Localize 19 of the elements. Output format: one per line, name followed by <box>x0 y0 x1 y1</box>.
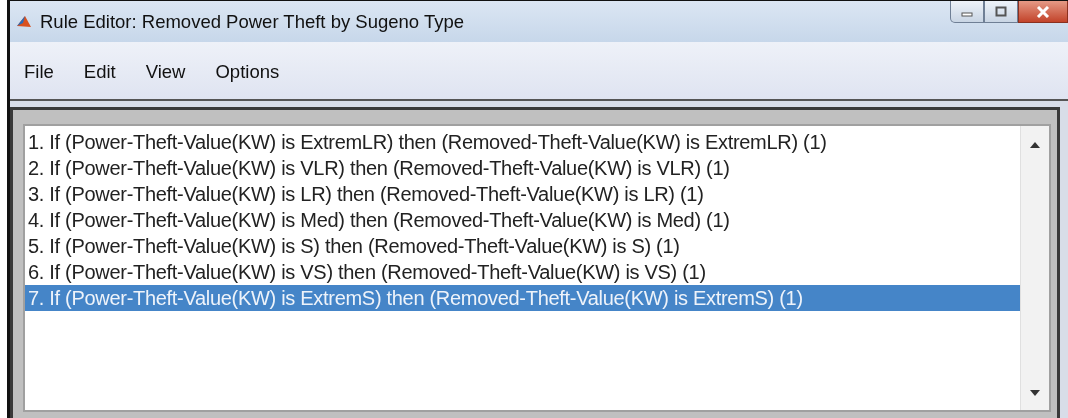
rule-item[interactable]: 1. If (Power-Theft-Value(KW) is ExtremLR) then (Removed-Theft-Value(KW) is ExtremLR) (1) <box>25 129 1020 155</box>
menu-item[interactable]: Options <box>215 61 280 83</box>
rule-item[interactable]: 3. If (Power-Theft-Value(KW) is LR) then (Removed-Theft-Value(KW) is LR) (1) <box>25 181 1020 207</box>
rule-item[interactable]: 2. If (Power-Theft-Value(KW) is VLR) then (Removed-Theft-Value(KW) is VLR) (1) <box>25 155 1020 181</box>
maximize-icon <box>994 5 1008 18</box>
close-icon <box>1036 5 1050 18</box>
scroll-down-icon[interactable] <box>1030 390 1040 396</box>
maximize-button[interactable] <box>984 1 1018 23</box>
menu-item[interactable]: Edit <box>83 61 116 83</box>
scrollbar[interactable] <box>1020 126 1049 410</box>
rule-item[interactable]: 6. If (Power-Theft-Value(KW) is VS) then (Removed-Theft-Value(KW) is VS) (1) <box>25 259 1020 285</box>
rule-item[interactable]: 5. If (Power-Theft-Value(KW) is S) then (Removed-Theft-Value(KW) is S) (1) <box>25 233 1020 259</box>
close-button[interactable] <box>1018 1 1068 23</box>
menu-item[interactable]: View <box>145 61 186 83</box>
window-title: Rule Editor: Removed Power Theft by Sugeno Type <box>40 10 465 33</box>
scroll-up-icon[interactable] <box>1030 142 1040 148</box>
minimize-button[interactable] <box>950 1 984 23</box>
rule-item[interactable]: 4. If (Power-Theft-Value(KW) is Med) then (Removed-Theft-Value(KW) is Med) (1) <box>25 207 1020 233</box>
menu-item[interactable]: File <box>24 61 54 83</box>
